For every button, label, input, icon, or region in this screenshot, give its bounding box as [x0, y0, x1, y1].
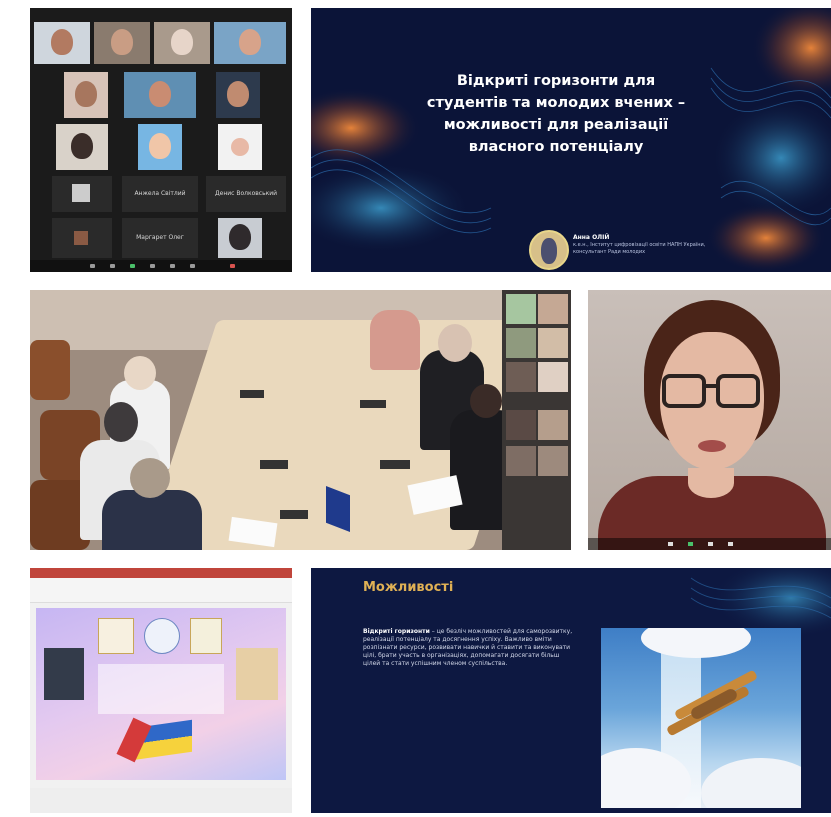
- participant-logo-icon: [74, 231, 88, 245]
- participant-tile: Анжела Світлий: [122, 176, 198, 212]
- presentation-slide: [36, 608, 286, 780]
- speaker-webcam: [588, 290, 831, 550]
- seal-icon: [144, 618, 180, 654]
- participant-video: [506, 294, 536, 324]
- participant-video: [34, 22, 90, 64]
- call-toolbar: [30, 260, 292, 272]
- person: [370, 310, 420, 370]
- emblem-icon: [98, 618, 134, 654]
- participant-video: [506, 362, 536, 392]
- microphone-base: [280, 510, 308, 519]
- participant-video: [506, 446, 536, 476]
- microphone-base: [360, 400, 386, 408]
- participant-video: [214, 22, 286, 64]
- camera-icon: [110, 264, 115, 268]
- participant-name: Анжела Світлий: [134, 190, 186, 197]
- titlebar: [30, 568, 292, 578]
- participant-name: Маргарет Олег: [136, 234, 184, 241]
- slide-title: Відкриті горизонти для студентів та моло…: [426, 73, 686, 155]
- camera-icon: [688, 542, 693, 546]
- microphone-base: [240, 390, 264, 398]
- participant-video: [64, 72, 108, 118]
- speaker-photo: [44, 648, 84, 700]
- speaker-info: к.е.н., Інститут цифровізації освіти НАП…: [573, 242, 706, 255]
- status-bar: [30, 788, 292, 813]
- person: [102, 490, 202, 550]
- neck: [688, 468, 734, 498]
- participant-video: [506, 410, 536, 440]
- slide-body-text: Відкриті горизонти – це безліч можливост…: [363, 628, 578, 668]
- coat-of-arms-icon: [190, 618, 222, 654]
- mic-icon: [90, 264, 95, 268]
- participant-name: Денис Волковський: [214, 190, 278, 197]
- cloud: [701, 758, 801, 808]
- share-icon: [130, 264, 135, 268]
- qr-logo-icon: [72, 184, 90, 202]
- glasses-lens: [662, 374, 706, 408]
- body-lead: Відкриті горизонти: [363, 628, 430, 635]
- speaker-avatar: [529, 230, 569, 270]
- presentation-window: [30, 568, 292, 813]
- participant-tile: Денис Волковський: [206, 176, 286, 212]
- participant-logo: [218, 124, 262, 170]
- chair: [30, 340, 70, 400]
- participant-video: [538, 328, 568, 358]
- meeting-room-photo: [30, 290, 571, 550]
- opportunities-slide: Можливості Відкриті горизонти – це безлі…: [311, 568, 831, 813]
- slide-title: Можливості: [363, 580, 454, 595]
- airplane-illustration: [601, 628, 801, 808]
- person-head: [130, 458, 170, 498]
- participant-video: [538, 410, 568, 440]
- participant-video: [538, 362, 568, 392]
- title-slide: Відкриті горизонти для студентів та моло…: [311, 8, 831, 272]
- video-call-grid: Анжела Світлий Денис Волковський Маргаре…: [30, 8, 292, 272]
- glasses-lens: [716, 374, 760, 408]
- microphone-base: [380, 460, 410, 469]
- participant-tile: [52, 218, 112, 258]
- glasses-bridge: [704, 384, 718, 388]
- participant-video: [538, 294, 568, 324]
- participant-video: [538, 446, 568, 476]
- person-head: [104, 402, 138, 442]
- microphone-base: [260, 460, 288, 469]
- chat-icon: [170, 264, 175, 268]
- slide-text-block: [98, 664, 224, 714]
- person-head: [124, 356, 156, 390]
- person-head: [438, 324, 472, 362]
- participant-video: [94, 22, 150, 64]
- ribbon: [30, 578, 292, 603]
- cloud: [641, 628, 751, 658]
- participant-tile: [52, 176, 112, 212]
- participant-video: [154, 22, 210, 64]
- speaker-photo: [236, 648, 278, 700]
- participant-video: [124, 72, 196, 118]
- speaker-name: Анна ОЛІЙ: [573, 234, 610, 241]
- person-head: [470, 384, 502, 418]
- participant-video: [56, 124, 108, 170]
- leave-icon: [230, 264, 235, 268]
- participants-icon: [150, 264, 155, 268]
- chat-icon: [708, 542, 713, 546]
- participant-video: [218, 218, 262, 258]
- participant-video: [216, 72, 260, 118]
- participant-video: [138, 124, 182, 170]
- share-icon: [728, 542, 733, 546]
- record-icon: [190, 264, 195, 268]
- mic-icon: [668, 542, 673, 546]
- participant-tile: Маргарет Олег: [122, 218, 198, 258]
- participant-video: [506, 328, 536, 358]
- mouth: [698, 440, 726, 452]
